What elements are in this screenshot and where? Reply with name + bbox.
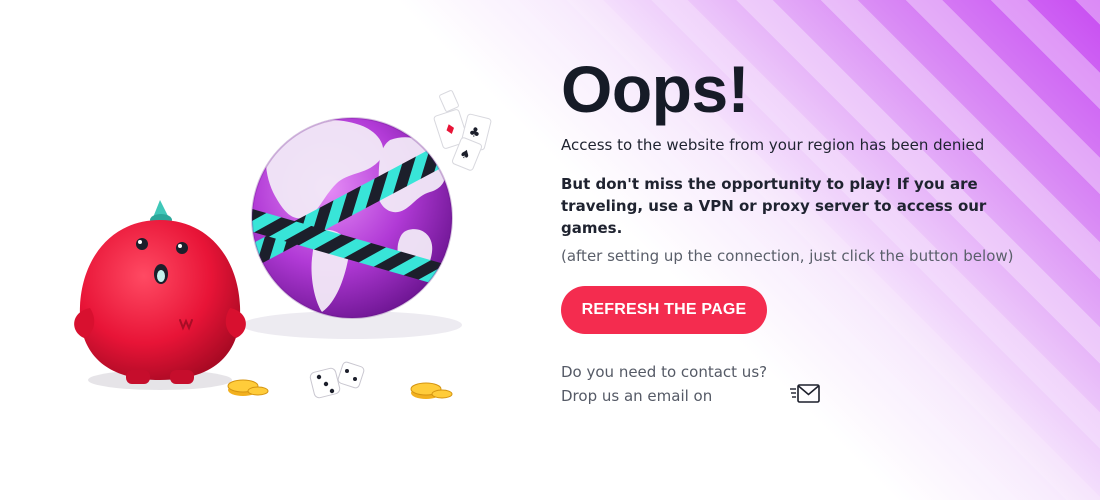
dice-icon bbox=[309, 361, 365, 399]
page-title: Oops! bbox=[561, 52, 750, 126]
contact-question: Do you need to contact us? bbox=[561, 363, 768, 381]
red-monster-mascot bbox=[74, 200, 246, 390]
contact-block: Do you need to contact us? Drop us an em… bbox=[561, 360, 767, 408]
contact-email-prompt: Drop us an email on bbox=[561, 387, 713, 405]
restricted-access-illustration: ♦ ♣ ♠ bbox=[60, 80, 530, 420]
globe-icon bbox=[242, 117, 462, 339]
refresh-page-button[interactable]: REFRESH THE PAGE bbox=[561, 286, 767, 334]
play-opportunity-message: But don't miss the opportunity to play! … bbox=[561, 175, 987, 237]
envelope-icon[interactable] bbox=[789, 383, 821, 405]
playing-cards-icon: ♦ ♣ ♠ bbox=[433, 90, 492, 171]
connection-hint: (after setting up the connection, just c… bbox=[561, 247, 1014, 265]
error-message-panel: Oops! Access to the website from your re… bbox=[561, 52, 1061, 267]
region-denied-message: Access to the website from your region h… bbox=[561, 136, 985, 154]
